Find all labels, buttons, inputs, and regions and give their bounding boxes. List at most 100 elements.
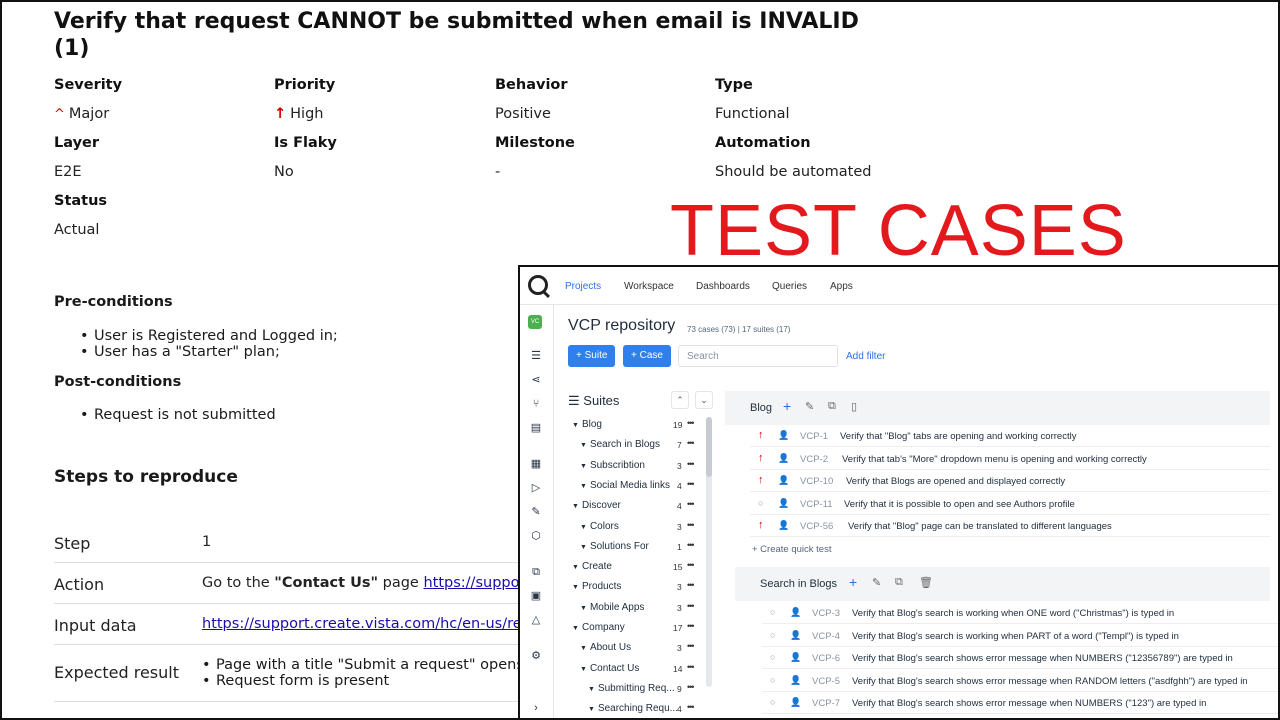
table-row[interactable]: ○ 👤 VCP-3 Verify that Blog's search is work… [762,602,1278,624]
caret-down-icon[interactable]: ▼ [588,686,595,693]
tree-item[interactable]: ▼ Mobile Apps [580,602,644,613]
tree-item[interactable]: ▼ Colors [580,521,619,532]
add-suite-button[interactable]: + Suite [568,345,616,367]
add-filter-link[interactable]: Add filter [846,351,885,362]
caret-down-icon[interactable]: ▼ [580,442,587,449]
edit-icon[interactable]: ✎ [805,400,814,413]
nav-workspace[interactable]: Workspace [624,281,674,292]
tree-item[interactable]: ▼ Searching Requ... [588,703,678,714]
tree-item[interactable]: ▼ Products [572,581,621,592]
layers-icon[interactable]: ⧉ [529,565,543,579]
tree-item-count: 7 [677,440,682,451]
tree-item[interactable]: ▼ Company [572,622,625,633]
more-options-icon[interactable]: ••• [687,621,695,631]
delete-icon[interactable]: 🗑 [919,576,933,589]
tree-item[interactable]: ▼ Solutions For [580,541,649,552]
input-data-link[interactable]: https://support.create.vista.com/hc/en-u… [202,616,531,632]
list-item: Request is not submitted [80,407,276,423]
more-options-icon[interactable]: ••• [687,520,695,530]
action-value: Go to the "Contact Us" page https://supp… [202,575,536,591]
shared-steps-icon[interactable]: ⋖ [529,373,543,387]
more-options-icon[interactable]: ••• [687,459,695,469]
table-row[interactable]: ↑ 👤 VCP-2 Verify that tab's "More" dropdown… [750,448,1270,470]
tree-item[interactable]: ▼ Blog [572,419,602,430]
clone-icon[interactable]: ⧉ [895,576,903,589]
more-options-icon[interactable]: ••• [687,682,695,692]
tree-item-count: 17 [673,623,683,633]
project-badge[interactable]: VC [528,315,542,329]
more-options-icon[interactable]: ••• [687,540,695,550]
warning-icon[interactable]: △ [529,613,543,627]
tree-item[interactable]: ▼ Subscribtion [580,460,645,471]
caret-down-icon[interactable]: ▼ [580,463,587,470]
table-row[interactable]: ↑ 👤 VCP-10 Verify that Blogs are opened and… [750,470,1270,492]
table-row[interactable]: ○ 👤 VCP-6 Verify that Blog's search shows e… [762,647,1278,669]
tree-item[interactable]: ▼ Discover [572,500,621,511]
tree-item[interactable]: ▼ Contact Us [580,663,639,674]
pull-request-icon[interactable]: ⑂ [529,397,543,411]
more-options-icon[interactable]: ••• [687,438,695,448]
more-options-icon[interactable]: ••• [687,662,695,672]
settings-icon[interactable]: ⚙ [529,649,543,663]
caret-down-icon[interactable]: ▼ [580,524,587,531]
nav-dashboards[interactable]: Dashboards [696,281,750,292]
nav-apps[interactable]: Apps [830,281,853,292]
caret-down-icon[interactable]: ▼ [580,544,587,551]
more-options-icon[interactable]: ••• [687,601,695,611]
nav-projects[interactable]: Projects [565,281,601,292]
more-options-icon[interactable]: ••• [687,702,695,712]
caret-down-icon[interactable]: ▼ [572,584,579,591]
add-case-button[interactable]: + Case [623,345,671,367]
clone-icon[interactable]: ⧉ [828,400,836,413]
caret-down-icon[interactable]: ▼ [580,605,587,612]
table-row[interactable]: ↑ 👤 VCP-1 Verify that "Blog" tabs are openi… [750,425,1270,447]
repository-icon[interactable]: ☰ [529,349,543,363]
nav-queries[interactable]: Queries [772,281,807,292]
tree-item[interactable]: ▼ Create [572,561,612,572]
add-case-icon[interactable]: + [849,574,857,590]
table-row[interactable]: ○ 👤 VCP-11 Verify that it is possible to op… [750,493,1270,515]
flaky-label: Is Flaky [274,135,337,151]
table-row[interactable]: ↑ 👤 VCP-56 Verify that "Blog" page can be t… [750,515,1270,537]
more-options-icon[interactable]: ••• [687,499,695,509]
caret-down-icon[interactable]: ▼ [572,503,579,510]
expand-all-icon[interactable]: ⌄ [695,391,713,409]
tree-scrollbar[interactable] [706,417,712,687]
wrench-icon[interactable]: ✎ [529,505,543,519]
table-row[interactable]: ○ 👤 VCP-4 Verify that Blog's search is work… [762,625,1278,647]
more-options-icon[interactable]: ••• [687,479,695,489]
table-row[interactable]: ○ 👤 VCP-5 Verify that Blog's search shows e… [762,670,1278,692]
report-icon[interactable]: ▣ [529,589,543,603]
collapse-all-icon[interactable]: ⌃ [671,391,689,409]
more-options-icon[interactable]: ••• [687,641,695,651]
caret-down-icon[interactable]: ▼ [572,422,579,429]
document-icon[interactable]: ▤ [529,421,543,435]
caret-down-icon[interactable]: ▼ [580,645,587,652]
more-options-icon[interactable]: ••• [687,560,695,570]
more-options-icon[interactable]: ••• [687,580,695,590]
menu-icon[interactable]: ☰ [568,393,583,408]
delete-icon[interactable]: ▯ [851,400,857,413]
caret-down-icon[interactable]: ▼ [588,706,595,713]
caret-down-icon[interactable]: ▼ [572,625,579,632]
caret-down-icon[interactable]: ▼ [580,483,587,490]
tree-item-count: 3 [677,602,682,613]
tree-item[interactable]: ▼ Submitting Req... [588,683,675,694]
edit-icon[interactable]: ✎ [872,576,881,589]
user-icon: 👤 [790,652,802,662]
search-input[interactable]: Search [678,345,838,367]
tree-item[interactable]: ▼ Social Media links [580,480,670,491]
test-plans-icon[interactable]: ▦ [529,457,543,471]
caret-down-icon[interactable]: ▼ [572,564,579,571]
caret-down-icon[interactable]: ▼ [580,666,587,673]
create-quick-test-link[interactable]: + Create quick test [752,544,831,555]
app-logo-icon[interactable] [528,275,548,295]
play-icon[interactable]: ▷ [529,481,543,495]
tree-item[interactable]: ▼ About Us [580,642,631,653]
table-row[interactable]: ○ 👤 VCP-7 Verify that Blog's search shows e… [762,692,1278,714]
more-options-icon[interactable]: ••• [687,418,695,428]
tree-item[interactable]: ▼ Search in Blogs [580,439,660,450]
box-icon[interactable]: ⬡ [529,529,543,543]
add-case-icon[interactable]: + [783,398,791,414]
expand-chevron-icon[interactable]: › [529,701,543,715]
